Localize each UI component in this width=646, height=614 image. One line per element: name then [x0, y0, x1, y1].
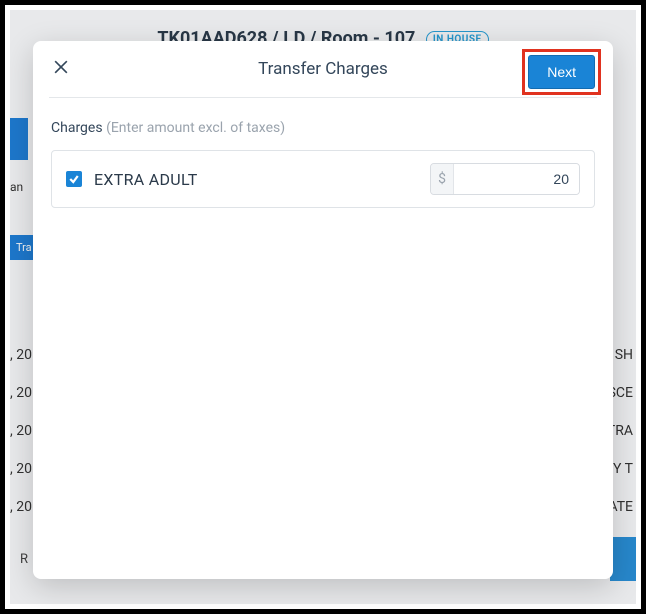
- charge-row: EXTRA ADULT $: [51, 150, 595, 208]
- modal-title: Transfer Charges: [258, 59, 388, 79]
- charges-hint-text: (Enter amount excl. of taxes): [106, 120, 285, 136]
- modal-body: Charges (Enter amount excl. of taxes) EX…: [33, 98, 613, 579]
- currency-symbol: $: [431, 164, 454, 194]
- next-button-highlight: Next: [522, 49, 601, 95]
- next-button[interactable]: Next: [528, 55, 595, 89]
- charge-checkbox[interactable]: [66, 171, 82, 187]
- charge-name: EXTRA ADULT: [94, 170, 418, 189]
- close-button[interactable]: [51, 57, 75, 81]
- amount-input-group: $: [430, 163, 580, 195]
- amount-input[interactable]: [454, 164, 579, 194]
- charges-section-label: Charges (Enter amount excl. of taxes): [51, 120, 595, 136]
- transfer-charges-modal: Transfer Charges Next Charges (Enter amo…: [33, 41, 613, 579]
- charges-label-text: Charges: [51, 120, 103, 136]
- app-frame: TK01AAD628 / I.D / Room - 107 IN HOUSE a…: [0, 0, 646, 614]
- check-icon: [68, 173, 80, 185]
- close-icon: [51, 57, 71, 77]
- modal-header: Transfer Charges Next: [33, 41, 613, 97]
